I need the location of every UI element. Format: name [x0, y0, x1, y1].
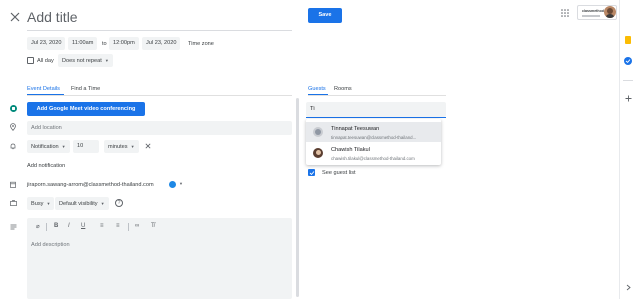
guest-suggestion-name: Chawish Tilakul	[331, 147, 370, 153]
guest-input-underline	[306, 117, 446, 119]
description-placeholder: Add description	[31, 242, 70, 248]
meet-icon	[10, 105, 17, 112]
add-notification-link[interactable]: Add notification	[27, 162, 65, 170]
repeat-value: Does not repeat	[62, 57, 102, 64]
remove-notification-icon[interactable]	[145, 143, 151, 149]
guest-input[interactable]: Ti	[306, 102, 446, 117]
guest-input-value: Ti	[310, 106, 315, 112]
chevron-down-icon: ▼	[61, 144, 66, 149]
toolbar-divider	[46, 223, 47, 231]
to-label: to	[102, 41, 107, 47]
guest-suggestion-email: tinnapat.teesuwan@classmethod-thailand..…	[331, 135, 417, 140]
side-panel-divider	[619, 0, 620, 299]
notification-type-value: Notification	[31, 143, 59, 150]
chevron-down-icon: ▼	[100, 201, 105, 206]
attachment-icon[interactable]: ⌀	[36, 223, 40, 230]
description-icon	[10, 224, 17, 230]
suggestion-avatar-overlay	[315, 129, 321, 135]
guest-suggestion-item[interactable]: Tinnapat Teesuwan tinnapat.teesuwan@clas…	[306, 122, 441, 142]
avatar[interactable]	[604, 6, 616, 18]
help-icon[interactable]: ?	[115, 199, 123, 207]
end-date-chip[interactable]: Jul 23, 2020	[142, 37, 181, 50]
chevron-down-icon: ▼	[130, 144, 135, 149]
calendar-color-dot	[169, 181, 176, 188]
busy-value: Busy	[31, 200, 44, 207]
keep-icon[interactable]	[625, 36, 631, 44]
save-button[interactable]: Save	[308, 8, 342, 23]
italic-icon[interactable]: I	[68, 223, 70, 229]
account-logo-stripe	[582, 15, 600, 17]
location-icon	[10, 123, 16, 131]
visibility-select[interactable]: Default visibility ▼	[55, 197, 109, 210]
notification-value-input[interactable]: 10	[73, 140, 99, 153]
tabs-divider	[27, 95, 292, 96]
suggestion-avatar-face	[315, 150, 321, 155]
briefcase-icon	[10, 200, 17, 206]
scrollbar-thumb[interactable]	[296, 98, 299, 297]
timezone-link[interactable]: Time zone	[188, 40, 214, 48]
bold-icon[interactable]: B	[54, 223, 58, 229]
close-icon[interactable]	[10, 12, 20, 22]
notification-type-select[interactable]: Notification ▼	[27, 140, 70, 153]
guest-suggestion-item[interactable]: Chawish Tilakul chawish.tilakul@classmet…	[306, 143, 441, 163]
see-guest-list-checkbox[interactable]	[308, 169, 315, 176]
meet-icon-inner	[11, 107, 15, 110]
chevron-down-icon: ▼	[104, 58, 109, 63]
guest-suggestion-email: chawish.tilakul@classmethod-thailand.com	[331, 156, 415, 161]
tab-guests[interactable]: Guests	[308, 85, 326, 93]
side-panel-divider-short	[623, 80, 633, 81]
location-input[interactable]: Add location	[27, 121, 292, 135]
underline-icon[interactable]: U	[81, 223, 85, 229]
repeat-select[interactable]: Does not repeat ▼	[58, 54, 113, 67]
title-input[interactable]: Add title	[27, 8, 78, 26]
title-underline	[27, 30, 292, 31]
start-date-chip[interactable]: Jul 23, 2020	[27, 37, 66, 50]
chevron-right-icon[interactable]	[626, 284, 631, 291]
busy-select[interactable]: Busy ▼	[27, 197, 55, 210]
guest-suggestion-name: Tinnapat Teesuwan	[331, 126, 380, 132]
chevron-down-icon: ▼	[46, 201, 51, 206]
location-placeholder: Add location	[31, 125, 62, 131]
apps-grid-icon[interactable]	[561, 9, 569, 17]
link-icon[interactable]: ∞	[135, 223, 139, 229]
tab-find-time[interactable]: Find a Time	[71, 85, 100, 93]
start-time-chip[interactable]: 11:00am	[68, 37, 98, 50]
calendar-owner: jiraporn.sawang-arrom@classmethod-thaila…	[27, 182, 154, 188]
calendar-color-select[interactable]: ▼	[166, 178, 186, 191]
guests-tabs-divider	[308, 95, 446, 96]
clear-format-icon[interactable]: T̸	[151, 223, 155, 229]
tab-rooms[interactable]: Rooms	[334, 85, 352, 93]
calendar-icon	[10, 181, 16, 188]
chevron-down-icon: ▼	[179, 181, 183, 186]
bell-icon	[10, 143, 16, 150]
see-guest-list-label: See guest list	[322, 170, 356, 176]
all-day-checkbox[interactable]	[27, 57, 34, 64]
description-editor[interactable]: ⌀ B I U ≡ ≡ ∞ T̸ Add description	[27, 218, 292, 299]
tasks-check-icon	[625, 59, 631, 64]
all-day-label: All day	[37, 58, 54, 64]
notification-unit-select[interactable]: minutes ▼	[104, 140, 139, 153]
numbered-list-icon[interactable]: ≡	[100, 223, 104, 229]
notification-unit-value: minutes	[108, 143, 128, 150]
description-toolbar: ⌀ B I U ≡ ≡ ∞ T̸	[27, 218, 292, 236]
tab-event-details[interactable]: Event Details	[27, 85, 60, 93]
avatar-body	[606, 14, 614, 18]
add-addon-icon[interactable]	[625, 95, 632, 102]
bulleted-list-icon[interactable]: ≡	[116, 223, 120, 229]
check-icon	[309, 170, 314, 175]
visibility-value: Default visibility	[59, 200, 98, 207]
end-time-chip[interactable]: 12:00pm	[109, 37, 139, 50]
account-logo-text: classmethod	[582, 9, 604, 13]
tasks-icon[interactable]	[624, 57, 632, 65]
toolbar-divider-2	[128, 223, 129, 231]
guest-suggestion-dropdown: Tinnapat Teesuwan tinnapat.teesuwan@clas…	[306, 119, 441, 165]
meet-button[interactable]: Add Google Meet video conferencing	[27, 102, 145, 116]
